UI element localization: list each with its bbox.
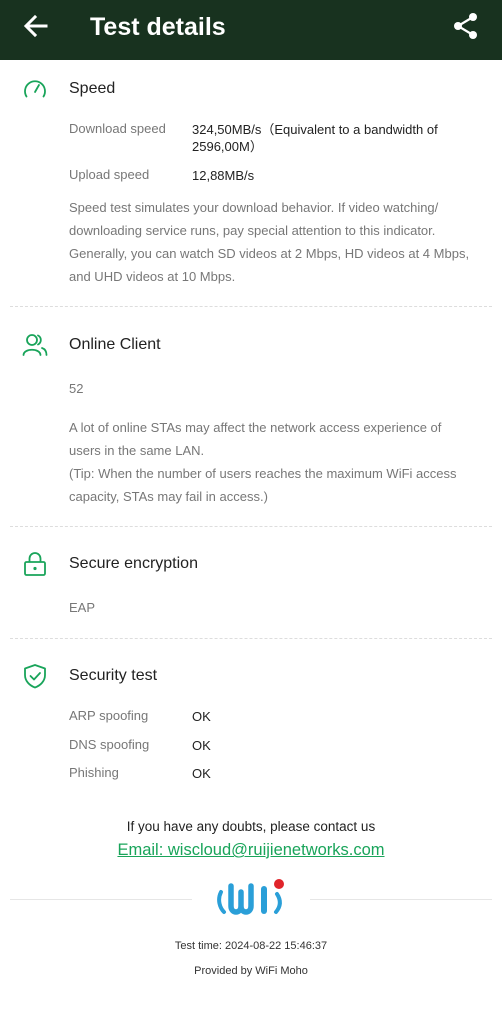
- lock-icon: [24, 552, 46, 576]
- dns-spoofing-label: DNS spoofing: [69, 737, 150, 752]
- email-link[interactable]: Email: wiscloud@ruijienetworks.com: [117, 841, 384, 859]
- app-header: Test details: [0, 0, 502, 60]
- page-title: Test details: [90, 13, 226, 41]
- security-section-title: Security test: [69, 667, 158, 684]
- speed-description: Speed test simulates your download behav…: [69, 200, 470, 284]
- arp-spoofing-label: ARP spoofing: [69, 708, 149, 723]
- provided-by: Provided by WiFi Moho: [194, 965, 308, 977]
- online-client-count: 52: [69, 381, 84, 396]
- upload-speed-label: Upload speed: [69, 167, 150, 182]
- contact-text: If you have any doubts, please contact u…: [126, 819, 376, 834]
- phishing-label: Phishing: [69, 765, 119, 780]
- speed-section-title: Speed: [69, 80, 116, 97]
- section-divider: [10, 526, 492, 527]
- footer-divider-left: [10, 899, 192, 900]
- footer-divider-right: [310, 899, 492, 900]
- shield-check-icon: [24, 664, 46, 689]
- wifi-moho-logo: [217, 879, 284, 915]
- arp-spoofing-value: OK: [192, 709, 211, 724]
- online-client-section-title: Online Client: [69, 336, 161, 353]
- download-speed-value: 324,50MB/s（Equivalent to a bandwidth of …: [192, 122, 438, 154]
- dns-spoofing-value: OK: [192, 738, 211, 753]
- test-time: Test time: 2024-08-22 15:46:37: [174, 940, 328, 952]
- upload-speed-value: 12,88MB/s: [192, 168, 255, 183]
- users-icon: [22, 334, 48, 356]
- online-client-description: A lot of online STAs may affect the netw…: [69, 420, 457, 504]
- phishing-value: OK: [192, 766, 211, 781]
- email-link-row: Email: wiscloud@ruijienetworks.com: [0, 841, 502, 860]
- encryption-section-title: Secure encryption: [69, 555, 198, 572]
- encryption-value: EAP: [69, 600, 96, 615]
- arrow-left-icon[interactable]: [22, 12, 50, 40]
- speedometer-icon: [24, 80, 46, 98]
- section-divider: [10, 638, 492, 639]
- section-divider: [10, 306, 492, 307]
- download-speed-label: Download speed: [69, 121, 166, 136]
- share-icon[interactable]: [453, 12, 479, 40]
